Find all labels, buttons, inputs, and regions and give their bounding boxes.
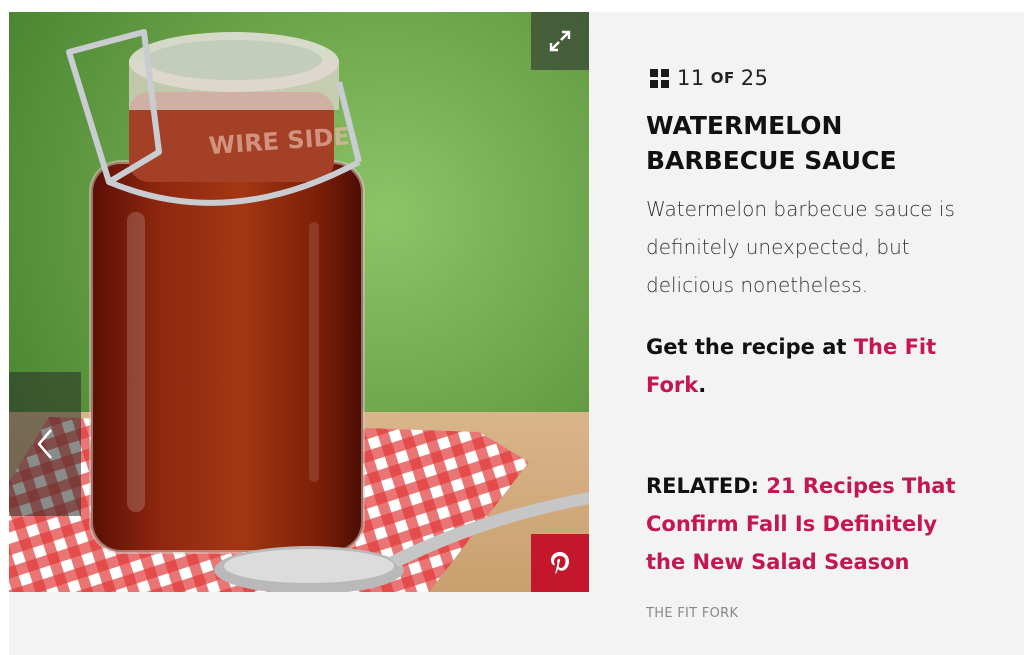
sauce-jar-illustration: WIRE SIDE	[9, 29, 589, 592]
recipe-source: Get the recipe at The Fit Fork.	[646, 328, 966, 404]
slide-photo: WIRE SIDE	[9, 12, 589, 592]
current-slide-number: 11	[677, 66, 705, 90]
top-strip	[0, 0, 1024, 12]
left-strip	[0, 0, 9, 655]
recipe-suffix: .	[698, 373, 707, 397]
related-label: RELATED:	[646, 474, 760, 498]
related-article: RELATED: 21 Recipes That Confirm Fall Is…	[646, 467, 966, 581]
expand-icon	[549, 30, 571, 52]
slide-counter: 11 OF 25	[650, 66, 768, 90]
pinterest-button[interactable]	[531, 534, 589, 592]
pinterest-icon	[551, 552, 569, 574]
slide-title: WATERMELON BARBECUE SAUCE	[646, 111, 897, 175]
previous-slide-button[interactable]	[9, 372, 81, 516]
grid-icon[interactable]	[650, 68, 669, 88]
expand-button[interactable]	[531, 12, 589, 70]
slide-description: Watermelon barbecue sauce is definitely …	[646, 197, 955, 297]
chevron-left-icon	[37, 429, 52, 459]
photo-credit: THE FIT FORK	[646, 606, 739, 621]
recipe-prefix: Get the recipe at	[646, 335, 854, 359]
total-slides-number: 25	[740, 66, 769, 90]
of-label: OF	[710, 69, 735, 87]
